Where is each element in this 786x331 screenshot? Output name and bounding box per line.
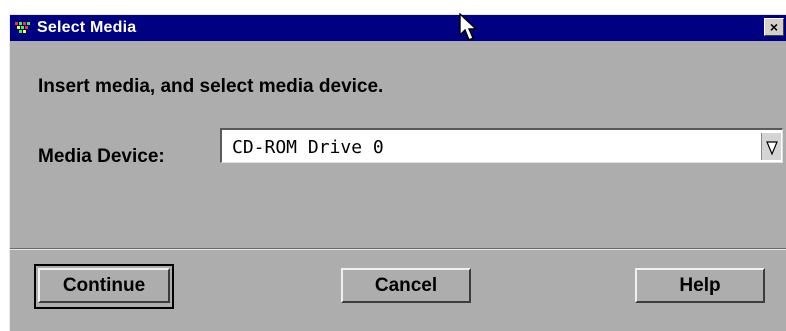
cancel-button[interactable]: Cancel — [341, 268, 471, 303]
media-device-label: Media Device: — [38, 146, 165, 167]
chevron-down-icon — [765, 140, 778, 156]
media-device-value: CD-ROM Drive 0 — [232, 137, 384, 158]
app-icon — [15, 22, 31, 34]
instruction-text: Insert media, and select media device. — [38, 76, 384, 97]
media-device-select[interactable]: CD-ROM Drive 0 — [220, 128, 783, 163]
close-icon: × — [769, 19, 779, 35]
dropdown-button[interactable] — [761, 133, 781, 160]
mouse-pointer-icon — [459, 13, 478, 41]
continue-button[interactable]: Continue — [38, 268, 170, 303]
separator — [10, 248, 786, 250]
select-media-dialog: Select Media × Insert media, and select … — [9, 14, 786, 331]
close-button[interactable]: × — [764, 18, 784, 36]
window-title: Select Media — [37, 19, 137, 36]
help-button[interactable]: Help — [635, 268, 765, 303]
title-bar[interactable]: Select Media × — [10, 15, 786, 41]
